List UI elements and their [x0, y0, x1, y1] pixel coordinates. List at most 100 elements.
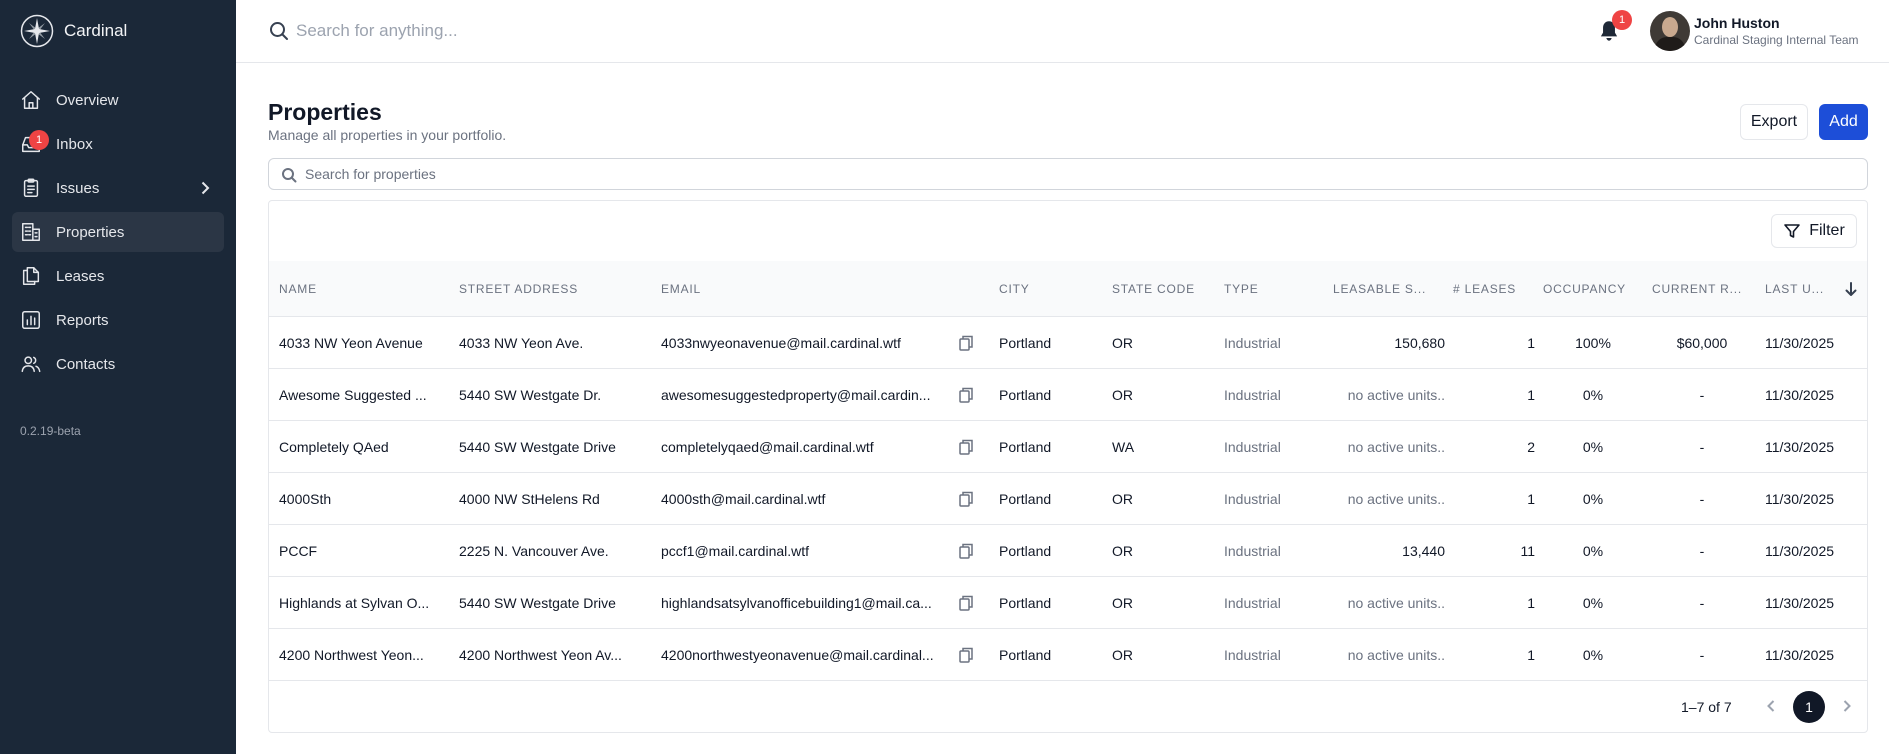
chevron-right-icon[interactable]	[196, 179, 214, 197]
sidebar-item-contacts[interactable]: Contacts	[12, 344, 224, 384]
column-header-type[interactable]: TYPE	[1224, 261, 1324, 317]
cell-updated: 11/30/2025	[1765, 387, 1835, 403]
column-header-state-code[interactable]: STATE CODE	[1112, 261, 1217, 317]
copy-icon[interactable]	[959, 387, 973, 403]
page-title: Properties	[268, 99, 382, 125]
copy-icon[interactable]	[959, 491, 973, 507]
table-row[interactable]: PCCF 2225 N. Vancouver Ave. pccf1@mail.c…	[269, 525, 1867, 577]
column-header-name[interactable]: NAME	[279, 261, 449, 317]
cell-type: Industrial	[1224, 491, 1281, 507]
cell-updated: 11/30/2025	[1765, 439, 1835, 455]
cell-city: Portland	[999, 491, 1052, 507]
copy-icon[interactable]	[959, 543, 973, 559]
table-row[interactable]: Awesome Suggested ... 5440 SW Westgate D…	[269, 369, 1867, 421]
avatar[interactable]	[1650, 11, 1690, 51]
copy-icon[interactable]	[959, 647, 973, 663]
copy-icon[interactable]	[959, 335, 973, 351]
sidebar-item-overview[interactable]: Overview	[12, 80, 224, 120]
sidebar-item-properties[interactable]: Properties	[12, 212, 224, 252]
cell-type: Industrial	[1224, 595, 1281, 611]
sidebar-item-leases[interactable]: Leases	[12, 256, 224, 296]
cell-leases: 2	[1527, 439, 1535, 455]
table-body: 4033 NW Yeon Avenue 4033 NW Yeon Ave. 40…	[269, 317, 1867, 681]
cell-updated: 11/30/2025	[1765, 647, 1835, 663]
chevron-left-icon[interactable]	[1763, 697, 1779, 715]
sidebar-item-reports[interactable]: Reports	[12, 300, 224, 340]
sidebar-item-label: Leases	[56, 267, 105, 285]
cell-name[interactable]: PCCF	[279, 525, 449, 577]
cell-email: pccf1@mail.cardinal.wtf	[661, 543, 810, 559]
copy-icon[interactable]	[959, 439, 973, 455]
sidebar: Cardinal Overview 1 Inbox Issues Propert…	[0, 0, 236, 754]
cell-address: 5440 SW Westgate Dr.	[459, 387, 602, 403]
table-row[interactable]: 4200 Northwest Yeon... 4200 Northwest Ye…	[269, 629, 1867, 681]
cell-email: highlandsatsylvanofficebuilding1@mail.ca…	[661, 595, 932, 611]
cell-state: WA	[1112, 439, 1135, 455]
property-search-input[interactable]	[305, 163, 1805, 185]
arrow-down-icon[interactable]	[1843, 281, 1859, 297]
table-row[interactable]: 4033 NW Yeon Avenue 4033 NW Yeon Ave. 40…	[269, 317, 1867, 369]
cell-leases: 1	[1527, 491, 1535, 507]
cell-state: OR	[1112, 387, 1133, 403]
column-header-last-updated[interactable]: LAST U...	[1765, 261, 1843, 317]
table-row[interactable]: Highlands at Sylvan O... 5440 SW Westgat…	[269, 577, 1867, 629]
compass-star-icon	[20, 14, 54, 48]
cell-occupancy: 100%	[1575, 335, 1611, 351]
column-header-email[interactable]: EMAIL	[661, 261, 961, 317]
home-icon	[20, 89, 42, 111]
clipboard-icon	[20, 177, 42, 199]
global-search-input[interactable]	[296, 16, 896, 46]
cell-name[interactable]: 4000Sth	[279, 473, 449, 525]
brand[interactable]: Cardinal	[0, 0, 236, 62]
cell-city: Portland	[999, 335, 1052, 351]
cell-state: OR	[1112, 335, 1133, 351]
property-search	[268, 158, 1868, 190]
pagination-page-1[interactable]: 1	[1793, 691, 1825, 723]
chevron-right-icon[interactable]	[1839, 697, 1855, 715]
cell-address: 4033 NW Yeon Ave.	[459, 335, 584, 351]
cell-name[interactable]: Highlands at Sylvan O...	[279, 577, 449, 629]
column-header-current-rent[interactable]: CURRENT R...	[1652, 261, 1752, 317]
copy-icon[interactable]	[959, 595, 973, 611]
search-icon	[281, 167, 297, 183]
avatar-head	[1662, 17, 1678, 37]
notification-badge: 1	[1612, 10, 1632, 30]
cell-occupancy: 0%	[1582, 543, 1604, 559]
cell-state: OR	[1112, 491, 1133, 507]
column-header-leasable-space[interactable]: LEASABLE S...	[1333, 261, 1443, 317]
add-button[interactable]: Add	[1819, 104, 1868, 140]
column-header-city[interactable]: CITY	[999, 261, 1099, 317]
cell-rent: $60,000	[1676, 335, 1728, 351]
sidebar-item-issues[interactable]: Issues	[12, 168, 224, 208]
column-header-occupancy[interactable]: OCCUPANCY	[1543, 261, 1643, 317]
cell-occupancy: 0%	[1582, 387, 1604, 403]
cell-leases: 1	[1527, 387, 1535, 403]
table-row[interactable]: Completely QAed 5440 SW Westgate Drive c…	[269, 421, 1867, 473]
cell-address: 2225 N. Vancouver Ave.	[459, 543, 609, 559]
cell-name[interactable]: Completely QAed	[279, 421, 449, 473]
sidebar-item-label: Issues	[56, 179, 100, 197]
table-header: NAME STREET ADDRESS EMAIL CITY STATE COD…	[269, 261, 1867, 317]
sidebar-item-label: Overview	[56, 91, 119, 109]
users-icon	[20, 353, 42, 375]
sidebar-item-label: Properties	[56, 223, 125, 241]
table-row[interactable]: 4000Sth 4000 NW StHelens Rd 4000sth@mail…	[269, 473, 1867, 525]
cell-leasable: 150,680	[1394, 335, 1445, 351]
inbox-badge: 1	[29, 130, 49, 150]
cell-occupancy: 0%	[1582, 439, 1604, 455]
column-header-street-address[interactable]: STREET ADDRESS	[459, 261, 649, 317]
cell-updated: 11/30/2025	[1765, 335, 1835, 351]
cell-leases: 11	[1520, 543, 1535, 559]
column-header-leases[interactable]: # LEASES	[1453, 261, 1533, 317]
cell-type: Industrial	[1224, 543, 1281, 559]
sidebar-item-inbox[interactable]: 1 Inbox	[12, 124, 224, 164]
user-name[interactable]: John Huston	[1694, 15, 1780, 31]
export-button[interactable]: Export	[1740, 104, 1808, 140]
cell-type: Industrial	[1224, 335, 1281, 351]
avatar-body	[1655, 37, 1685, 51]
cell-leasable: 13,440	[1402, 543, 1445, 559]
cell-name[interactable]: 4033 NW Yeon Avenue	[279, 317, 449, 369]
filter-button[interactable]: Filter	[1771, 214, 1857, 248]
cell-name[interactable]: Awesome Suggested ...	[279, 369, 449, 421]
cell-name[interactable]: 4200 Northwest Yeon...	[279, 629, 449, 681]
